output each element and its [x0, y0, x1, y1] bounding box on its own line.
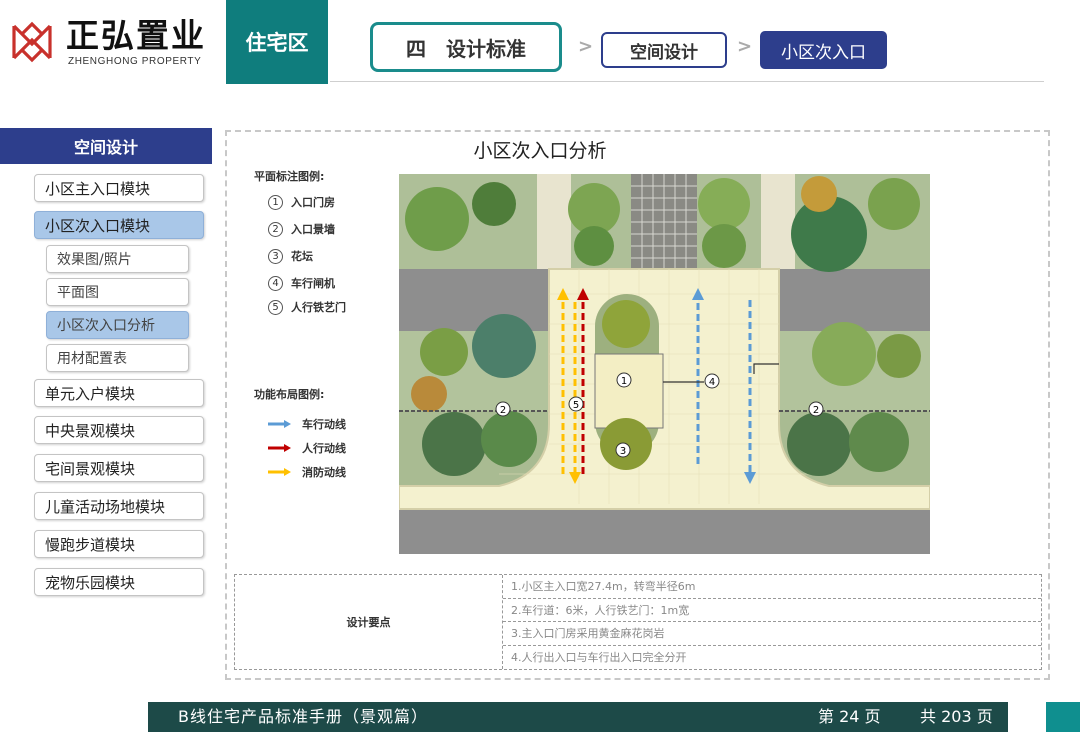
legend-label: 入口景墙 [291, 223, 335, 236]
svg-text:1: 1 [621, 376, 627, 387]
logo-mark-icon [12, 21, 52, 63]
plan-legend-item: 2 入口景墙 [268, 221, 335, 237]
sidebar-subitem-plan[interactable]: 平面图 [46, 278, 189, 306]
legend-number: 3 [268, 248, 283, 264]
sidebar-subitem-renderings[interactable]: 效果图/照片 [46, 245, 189, 273]
footer-title: B线住宅产品标准手册（景观篇） [178, 707, 428, 726]
flow-legend-item: 人行动线 [268, 440, 346, 456]
table-row: 2.车行道：6米，人行铁艺门：1m宽 [503, 599, 1041, 622]
page-title: 小区次入口分析 [473, 140, 607, 162]
sidebar-item-children-play[interactable]: 儿童活动场地模块 [34, 492, 204, 520]
sidebar-subitem-materials[interactable]: 用材配置表 [46, 344, 189, 372]
flow-legend-item: 车行动线 [268, 416, 346, 432]
svg-text:3: 3 [620, 446, 626, 457]
legend-number: 5 [268, 299, 283, 315]
sidebar-item-central-landscape[interactable]: 中央景观模块 [34, 416, 204, 444]
footer-accent-block [1046, 702, 1080, 732]
section-tab[interactable]: 住宅区 [226, 0, 328, 84]
svg-text:2: 2 [813, 405, 819, 416]
sidebar-item-unit-entry[interactable]: 单元入户模块 [34, 379, 204, 407]
legend-label: 人行铁艺门 [291, 301, 346, 314]
fire-lane-arrow-icon [268, 468, 291, 476]
breadcrumb-chevron-icon: > [578, 36, 594, 57]
legend-number: 4 [268, 275, 283, 291]
flow-legend-item: 消防动线 [268, 464, 346, 480]
legend-number: 2 [268, 221, 283, 237]
sidebar-subitem-analysis[interactable]: 小区次入口分析 [46, 311, 189, 339]
pedestrian-arrow-icon [268, 444, 291, 452]
sidebar-item-courtyard-landscape[interactable]: 宅间景观模块 [34, 454, 204, 482]
requirements-label: 设计要点 [235, 575, 503, 669]
sidebar-item-secondary-entrance[interactable]: 小区次入口模块 [34, 211, 204, 239]
design-requirements-table: 设计要点 1.小区主入口宽27.4m，转弯半径6m 2.车行道：6米，人行铁艺门… [234, 574, 1042, 670]
breadcrumb-current[interactable]: 小区次入口 [760, 31, 887, 69]
sidebar-item-jogging-path[interactable]: 慢跑步道模块 [34, 530, 204, 558]
legend-label: 花坛 [291, 250, 313, 263]
flow-legend-title: 功能布局图例: [254, 388, 325, 401]
breadcrumb-section[interactable]: 空间设计 [601, 32, 727, 68]
legend-label: 人行动线 [302, 442, 346, 455]
svg-text:5: 5 [573, 400, 579, 411]
table-row: 1.小区主入口宽27.4m，转弯半径6m [503, 575, 1041, 599]
sidebar-item-pet-park[interactable]: 宠物乐园模块 [34, 568, 204, 596]
plan-legend-item: 3 花坛 [268, 248, 313, 264]
legend-label: 车行闸机 [291, 277, 335, 290]
page-number: 第 24 页 [818, 707, 881, 726]
vehicle-arrow-icon [268, 420, 291, 428]
plan-legend-item: 4 车行闸机 [268, 275, 335, 291]
legend-label: 车行动线 [302, 418, 346, 431]
breadcrumb-chevron-icon: > [737, 36, 753, 57]
svg-text:2: 2 [500, 405, 506, 416]
breadcrumb-chapter[interactable]: 四 设计标准 [370, 22, 562, 72]
site-plan-image: 1 2 2 3 4 5 [399, 174, 930, 554]
footer-bar: B线住宅产品标准手册（景观篇） 第 24 页 共 203 页 [148, 702, 1008, 732]
plan-legend-title: 平面标注图例: [254, 170, 325, 183]
legend-number: 1 [268, 194, 283, 210]
logo-chinese-name: 正弘置业 [66, 16, 206, 55]
header-divider [330, 81, 1044, 82]
sidebar-header: 空间设计 [0, 128, 212, 164]
sidebar-item-main-entrance[interactable]: 小区主入口模块 [34, 174, 204, 202]
table-row: 4.人行出入口与车行出入口完全分开 [511, 651, 687, 665]
svg-text:4: 4 [709, 377, 715, 388]
table-row: 3.主入口门房采用黄金麻花岗岩 [503, 622, 1041, 646]
total-pages: 共 203 页 [920, 707, 993, 726]
company-logo: 正弘置业 ZHENGHONG PROPERTY [8, 16, 218, 72]
logo-english-name: ZHENGHONG PROPERTY [68, 56, 202, 67]
plan-legend-item: 5 人行铁艺门 [268, 299, 346, 315]
legend-label: 消防动线 [302, 466, 346, 479]
legend-label: 入口门房 [291, 196, 335, 209]
plan-legend-item: 1 入口门房 [268, 194, 335, 210]
